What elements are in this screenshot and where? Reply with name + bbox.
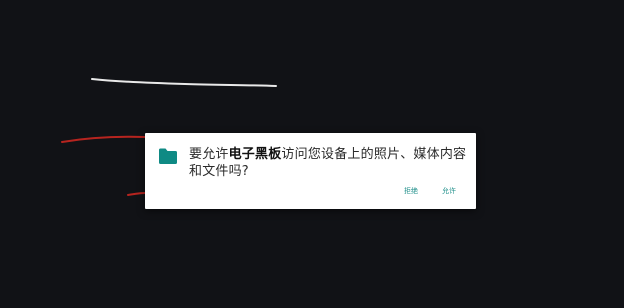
allow-button[interactable]: 允许 — [442, 186, 456, 196]
white-stroke — [91, 78, 277, 87]
permission-dialog: 要允许电子黑板访问您设备上的照片、媒体内容和文件吗? 拒绝 允许 — [145, 133, 476, 209]
red-stroke-1 — [61, 135, 146, 143]
dialog-actions: 拒绝 允许 — [404, 186, 456, 196]
deny-button[interactable]: 拒绝 — [404, 186, 418, 196]
permission-message: 要允许电子黑板访问您设备上的照片、媒体内容和文件吗? — [189, 146, 469, 180]
app-name: 电子黑板 — [228, 147, 282, 162]
message-prefix: 要允许 — [189, 147, 229, 162]
folder-icon — [159, 148, 177, 164]
red-stroke-2 — [127, 192, 146, 196]
